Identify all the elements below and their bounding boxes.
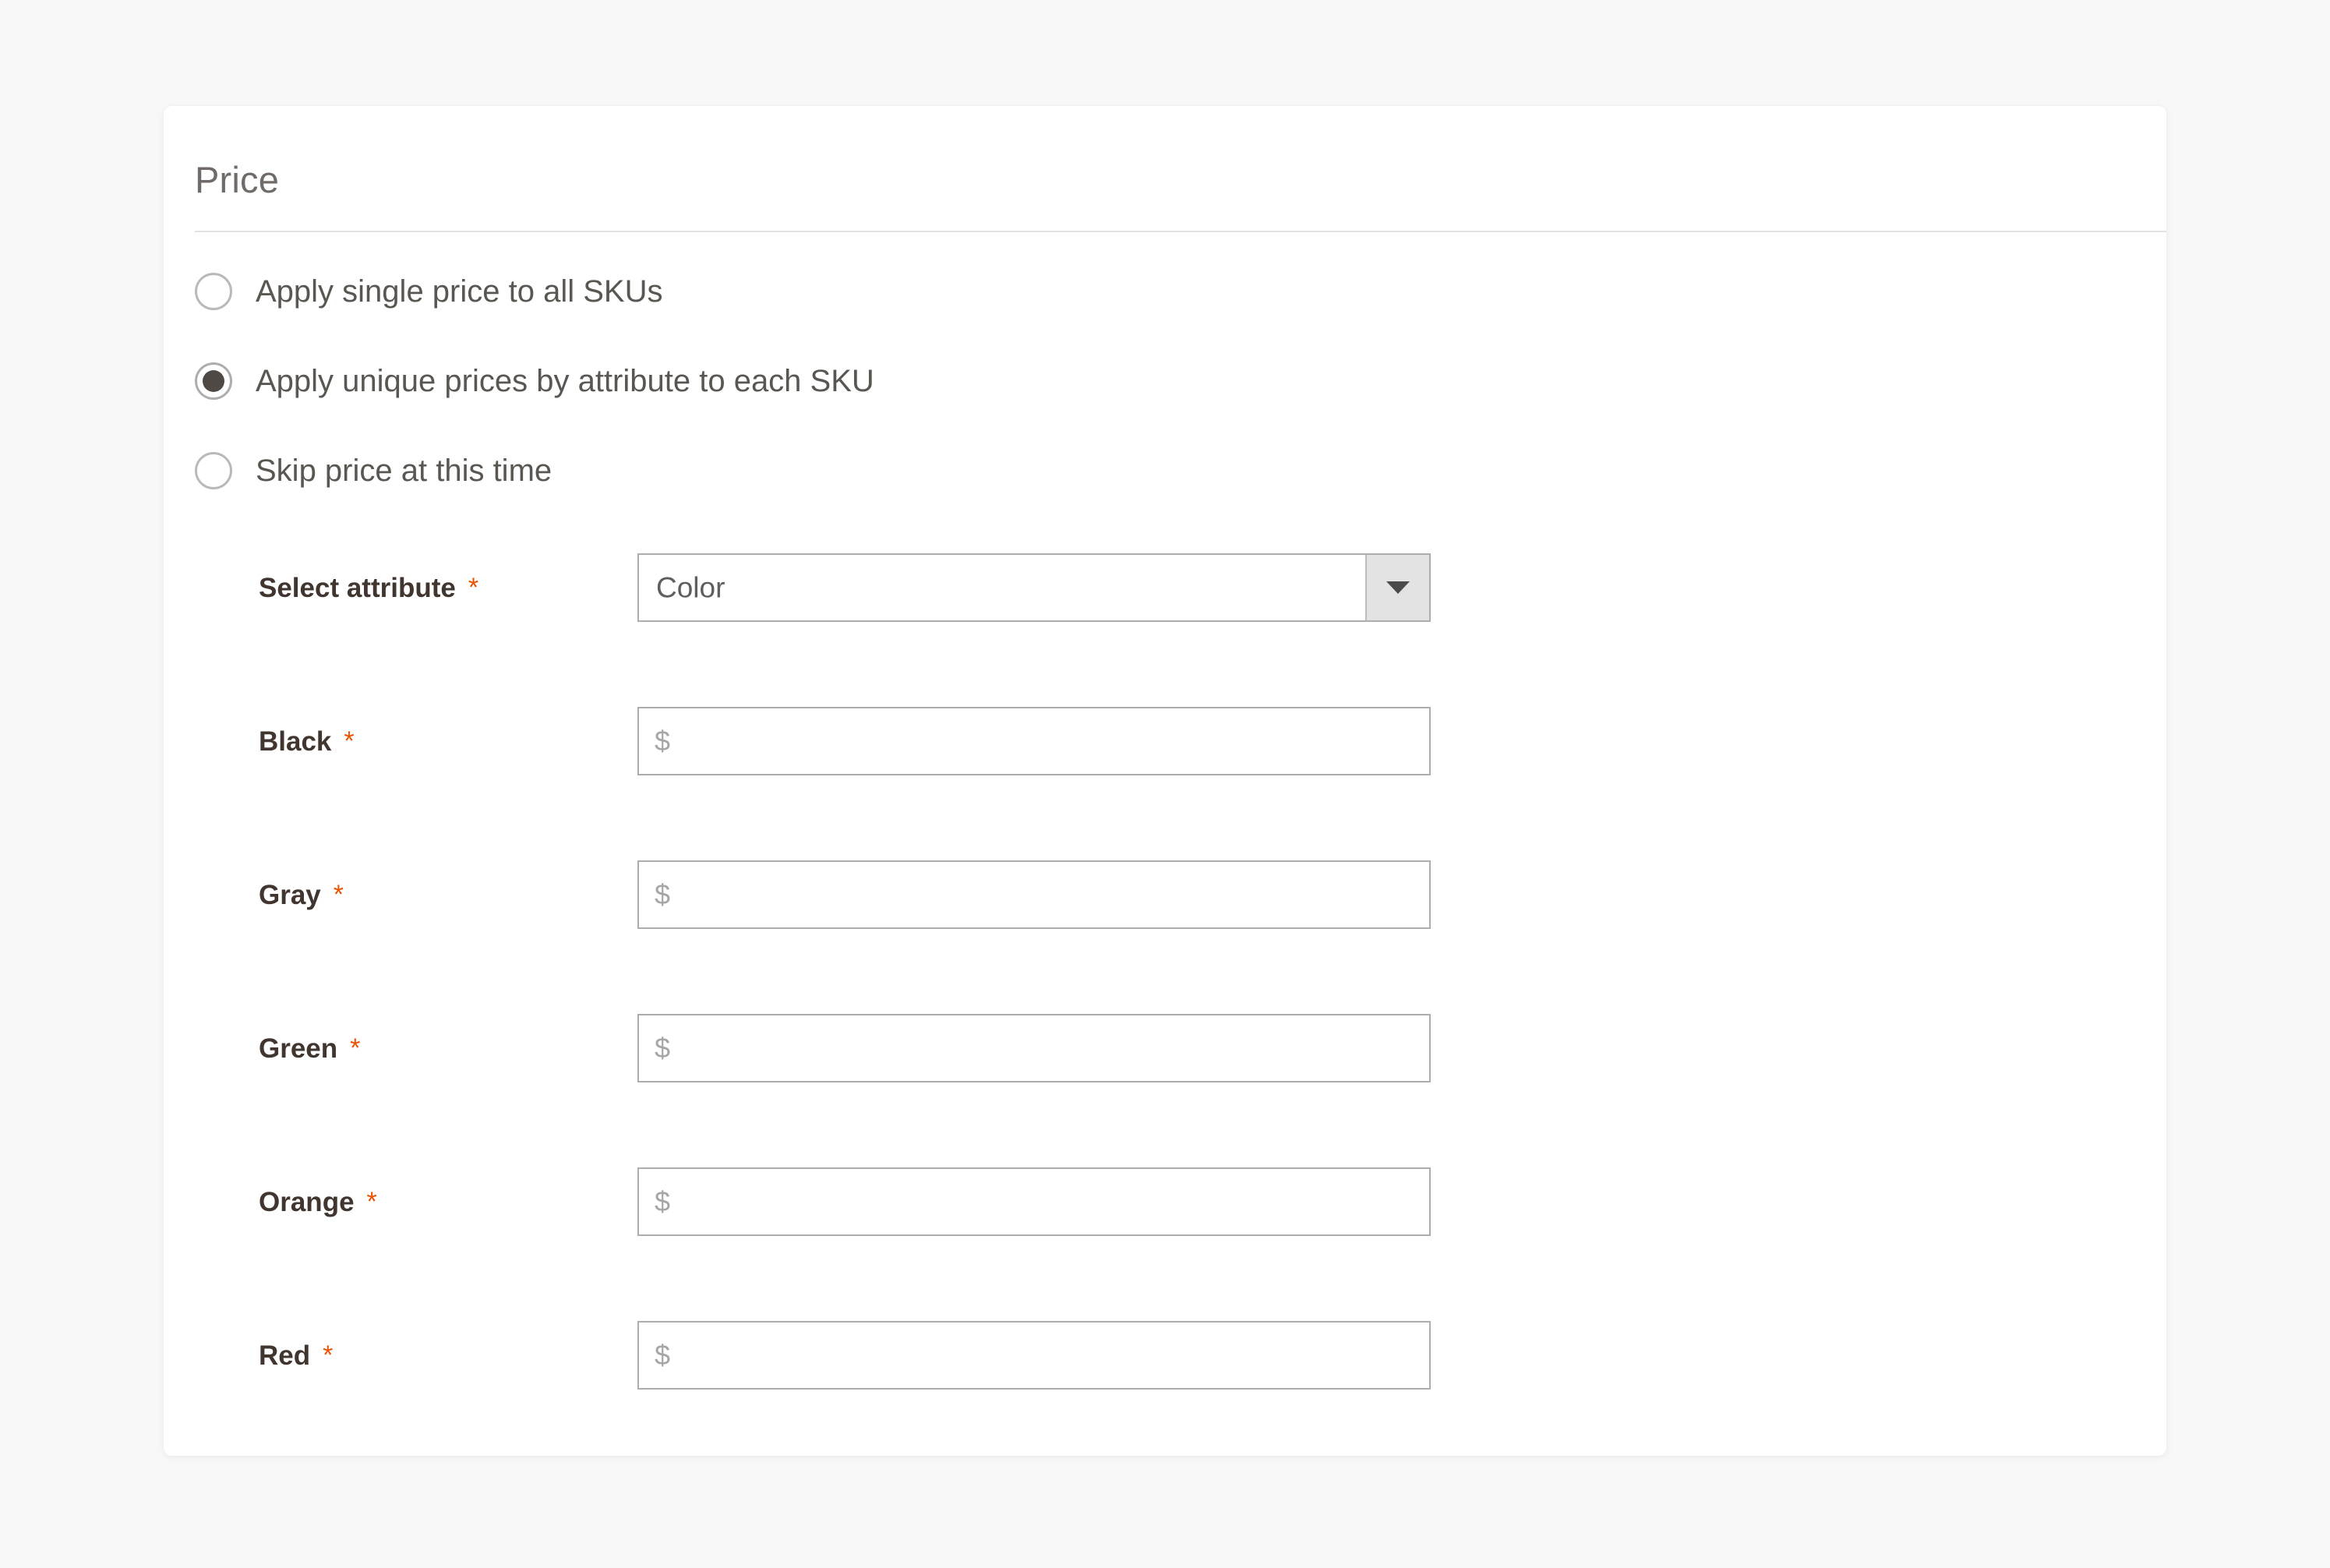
price-input-gray[interactable] [676,862,1420,927]
form-row-select-attribute: Select attribute * Color [164,536,2166,690]
label-text: Gray [259,880,321,910]
label-text: Orange [259,1187,355,1217]
field-wrap-red: $ [637,1321,1431,1390]
required-asterisk: * [344,726,355,756]
form-row-black: Black * $ [164,690,2166,843]
select-attribute-value: Color [656,571,725,604]
select-attribute-dropdown[interactable]: Color [637,553,1431,622]
currency-symbol-icon: $ [655,878,671,910]
label-red: Red * [259,1337,333,1375]
field-wrap-black: $ [637,707,1431,775]
required-asterisk: * [350,1033,361,1063]
price-mode-radio-group: Apply single price to all SKUs Apply uni… [195,256,2065,524]
radio-option-skip-price[interactable]: Skip price at this time [195,435,2065,524]
header-divider [195,231,2166,232]
required-asterisk: * [323,1340,334,1370]
label-gray: Gray * [259,876,344,914]
price-input-black-container[interactable]: $ [637,707,1431,775]
price-input-red[interactable] [676,1323,1420,1388]
label-text: Black [259,726,332,757]
form-row-orange: Orange * $ [164,1150,2166,1304]
currency-symbol-icon: $ [655,1185,671,1217]
label-text: Red [259,1340,311,1371]
radio-label-single-price: Apply single price to all SKUs [256,274,663,309]
radio-icon-unchecked[interactable] [195,452,232,489]
label-select-attribute: Select attribute * [259,569,478,607]
price-form-rows: Select attribute * Color Black * $ Gray … [164,536,2166,1457]
currency-symbol-icon: $ [655,725,671,757]
field-wrap-gray: $ [637,860,1431,929]
price-panel: Price Apply single price to all SKUs App… [164,106,2166,1456]
radio-icon-unchecked[interactable] [195,273,232,310]
currency-symbol-icon: $ [655,1032,671,1064]
field-wrap-green: $ [637,1014,1431,1082]
radio-option-unique-prices[interactable]: Apply unique prices by attribute to each… [195,345,2065,435]
label-text: Select attribute [259,573,456,603]
form-row-gray: Gray * $ [164,843,2166,997]
radio-option-single-price[interactable]: Apply single price to all SKUs [195,256,2065,345]
label-text: Green [259,1033,338,1064]
price-input-red-container[interactable]: $ [637,1321,1431,1390]
price-input-green[interactable] [676,1015,1420,1081]
radio-icon-checked[interactable] [195,362,232,400]
field-wrap-select-attribute: Color [637,553,1431,622]
label-green: Green * [259,1029,360,1068]
field-wrap-orange: $ [637,1167,1431,1236]
label-black: Black * [259,722,355,761]
required-asterisk: * [333,880,344,909]
price-input-green-container[interactable]: $ [637,1014,1431,1082]
form-row-green: Green * $ [164,997,2166,1150]
panel-header: Price [164,106,2166,232]
price-input-orange-container[interactable]: $ [637,1167,1431,1236]
label-orange: Orange * [259,1183,377,1221]
caret-shape [1386,581,1410,594]
required-asterisk: * [468,573,479,602]
radio-label-unique-prices: Apply unique prices by attribute to each… [256,364,874,398]
chevron-down-icon[interactable] [1365,555,1429,620]
currency-symbol-icon: $ [655,1339,671,1371]
form-row-red: Red * $ [164,1304,2166,1457]
page-title: Price [195,159,280,201]
price-input-orange[interactable] [676,1169,1420,1234]
page-root: Price Apply single price to all SKUs App… [0,0,2330,1568]
price-input-black[interactable] [676,708,1420,774]
price-input-gray-container[interactable]: $ [637,860,1431,929]
radio-label-skip-price: Skip price at this time [256,454,552,488]
required-asterisk: * [366,1187,377,1217]
